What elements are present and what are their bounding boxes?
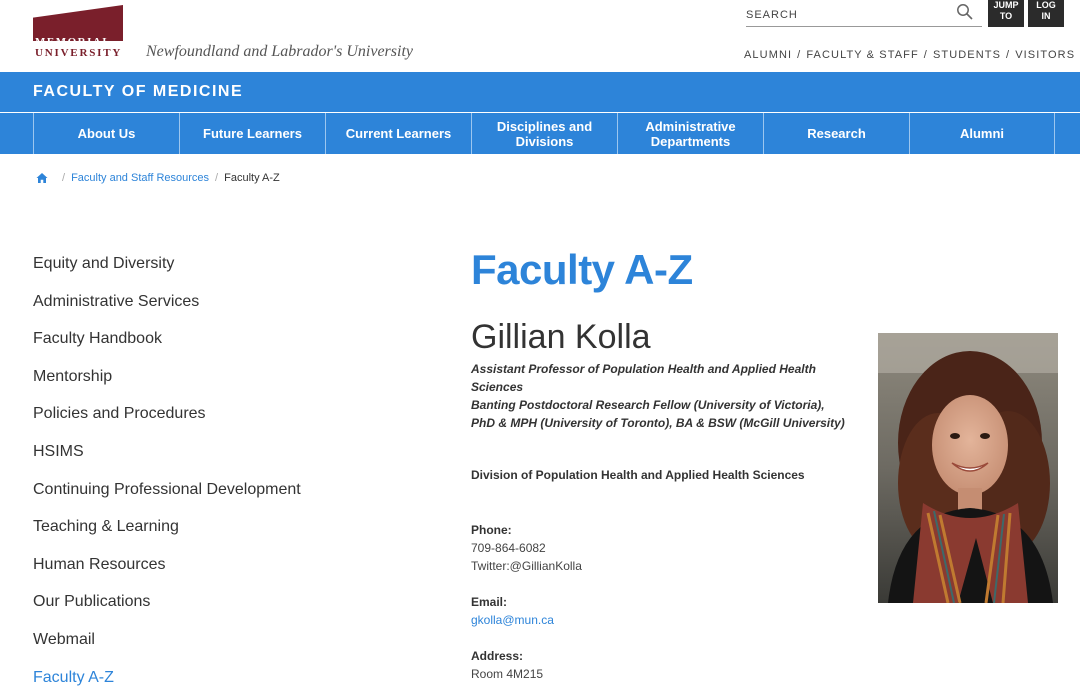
audience-separator: / — [923, 49, 928, 61]
faculty-member-title-line: Assistant Professor of Population Health… — [471, 362, 816, 394]
main-navigation: About Us Future Learners Current Learner… — [0, 113, 1080, 154]
twitter-handle[interactable]: Twitter:@GillianKolla — [471, 559, 582, 573]
nav-current-learners[interactable]: Current Learners — [325, 113, 471, 154]
address-label: Address: — [471, 649, 524, 663]
logo-word-university: UNIVERSITY — [35, 47, 123, 59]
breadcrumb: / Faculty and Staff Resources / Faculty … — [36, 172, 280, 184]
site-header: MEMORIAL UNIVERSITY Newfoundland and Lab… — [0, 0, 1080, 72]
nav-future-learners[interactable]: Future Learners — [179, 113, 325, 154]
sidebar-item-continuing-professional-development[interactable]: Continuing Professional Development — [33, 480, 353, 518]
jump-to-label-2: TO — [999, 11, 1013, 21]
sidebar-item-administrative-services[interactable]: Administrative Services — [33, 292, 353, 330]
audience-link-faculty-staff[interactable]: FACULTY & STAFF — [806, 49, 918, 61]
breadcrumb-separator: / — [215, 172, 219, 184]
nav-alumni[interactable]: Alumni — [909, 113, 1055, 154]
nav-research[interactable]: Research — [763, 113, 909, 154]
sidebar-item-webmail[interactable]: Webmail — [33, 630, 353, 668]
sidebar-item-faculty-handbook[interactable]: Faculty Handbook — [33, 329, 353, 367]
faculty-member-division: Division of Population Health and Applie… — [471, 468, 805, 482]
jump-to-label-1: JUMP — [993, 0, 1019, 10]
sidebar-item-policies-procedures[interactable]: Policies and Procedures — [33, 404, 353, 442]
log-in-label-2: IN — [1041, 11, 1051, 21]
faculty-member-photo — [878, 333, 1058, 603]
audience-link-visitors[interactable]: VISITORS — [1015, 49, 1075, 61]
sidebar-item-equity-diversity[interactable]: Equity and Diversity — [33, 254, 353, 292]
breadcrumb-current: Faculty A-Z — [224, 172, 280, 184]
university-tagline: Newfoundland and Labrador's University — [146, 43, 413, 60]
faculty-member-title-line: Banting Postdoctoral Research Fellow (Un… — [471, 398, 845, 430]
sidebar-item-hsims[interactable]: HSIMS — [33, 442, 353, 480]
sidebar-item-faculty-a-z[interactable]: Faculty A-Z — [33, 668, 353, 688]
nav-about-us[interactable]: About Us — [33, 113, 179, 154]
audience-links: ALUMNI / FACULTY & STAFF / STUDENTS / VISITORS — [744, 49, 1075, 61]
sidebar-item-mentorship[interactable]: Mentorship — [33, 367, 353, 405]
sidebar-navigation: Equity and Diversity Administrative Serv… — [33, 254, 353, 688]
audience-separator: / — [1006, 49, 1011, 61]
audience-separator: / — [797, 49, 802, 61]
jump-to-button[interactable]: JUMP TO — [988, 0, 1024, 27]
breadcrumb-faculty-staff-resources[interactable]: Faculty and Staff Resources — [71, 172, 209, 184]
faculty-banner: FACULTY OF MEDICINE — [0, 72, 1080, 112]
sidebar-item-human-resources[interactable]: Human Resources — [33, 555, 353, 593]
search-input[interactable] — [746, 7, 946, 23]
page-title: Faculty A-Z — [471, 246, 693, 293]
faculty-title[interactable]: FACULTY OF MEDICINE — [33, 83, 243, 101]
email-label: Email: — [471, 595, 508, 609]
sidebar-item-teaching-learning[interactable]: Teaching & Learning — [33, 517, 353, 555]
log-in-button[interactable]: LOG IN — [1028, 0, 1064, 27]
sidebar-item-our-publications[interactable]: Our Publications — [33, 592, 353, 630]
search-icon[interactable] — [956, 3, 974, 21]
search-box — [746, 2, 982, 27]
address-value: Room 4M215 — [471, 667, 544, 681]
home-icon[interactable] — [36, 172, 48, 184]
nav-disciplines-divisions[interactable]: Disciplines and Divisions — [471, 113, 617, 154]
nav-administrative-departments[interactable]: Administrative Departments — [617, 113, 763, 154]
phone-value: 709-864-6082 — [471, 541, 546, 555]
faculty-member-name: Gillian Kolla — [471, 318, 651, 356]
email-link[interactable]: gkolla@mun.ca — [471, 613, 554, 627]
faculty-member-titles: Assistant Professor of Population Health… — [471, 360, 851, 432]
audience-link-students[interactable]: STUDENTS — [933, 49, 1001, 61]
portrait-image — [878, 333, 1058, 603]
email-value: gkolla@mun.ca — [471, 613, 554, 627]
memorial-university-logo[interactable]: MEMORIAL UNIVERSITY — [33, 5, 123, 59]
audience-link-alumni[interactable]: ALUMNI — [744, 49, 792, 61]
log-in-label-1: LOG — [1036, 0, 1056, 10]
phone-label: Phone: — [471, 523, 512, 537]
breadcrumb-separator: / — [62, 172, 66, 184]
